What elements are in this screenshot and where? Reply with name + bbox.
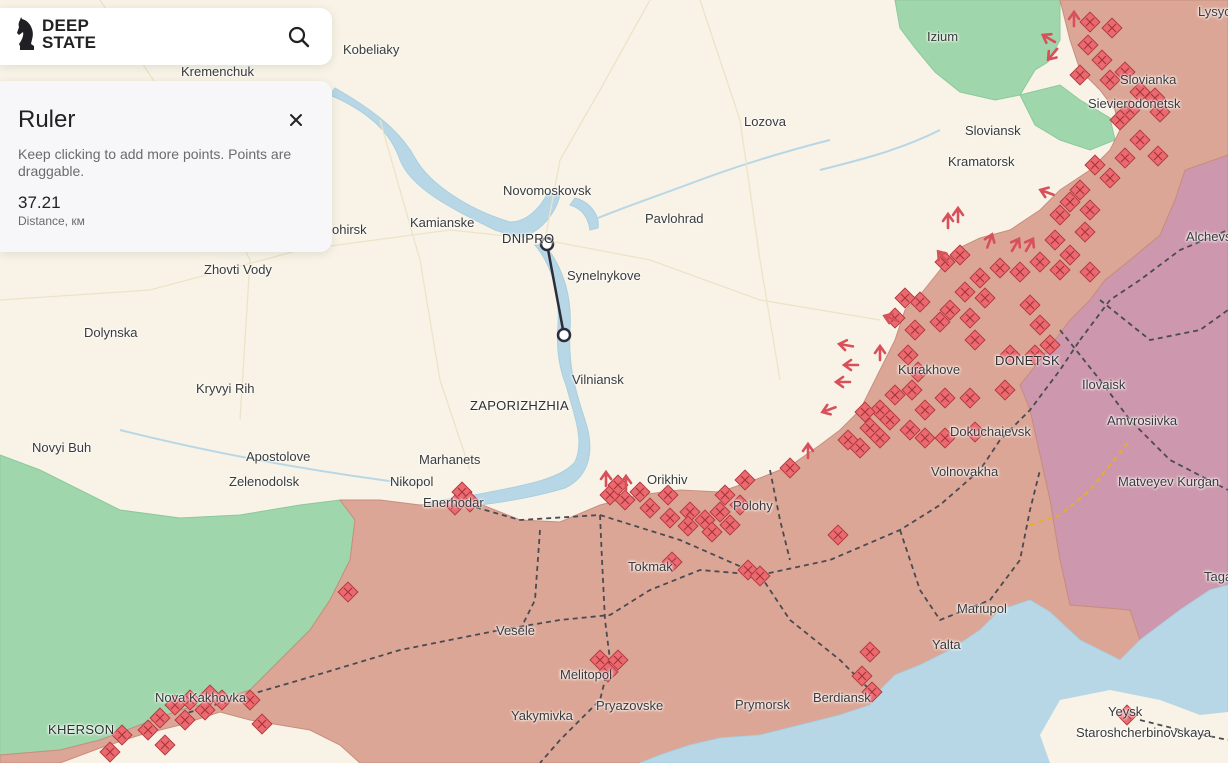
city-label: Sievierodonetsk [1088, 96, 1181, 111]
ruler-point-end[interactable] [556, 327, 572, 343]
city-label: DONETSK [995, 353, 1060, 368]
ruler-distance-value: 37.21 [18, 193, 61, 212]
city-label: Volnovakha [931, 464, 999, 479]
city-label: Dokuchaievsk [950, 424, 1031, 439]
city-label: Orikhiv [647, 472, 688, 487]
city-label: Vilniansk [572, 372, 624, 387]
city-label: Kramatorsk [948, 154, 1015, 169]
city-label: Lozova [744, 114, 786, 129]
city-label: Kremenchuk [181, 64, 254, 79]
ruler-distance-label: Distance, км [18, 214, 85, 228]
city-label: Kryvyi Rih [196, 381, 255, 396]
city-label: Kamianske [410, 215, 475, 230]
city-label: Taganrog [1204, 569, 1228, 584]
logo-text-line1: DEEP [42, 16, 90, 35]
city-label: Yalta [932, 637, 961, 652]
city-label: Sloviansk [965, 123, 1021, 138]
city-label: ohirsk [332, 222, 367, 237]
city-label: Kurakhove [898, 362, 961, 377]
city-label: Tokmak [628, 559, 673, 574]
city-label: Zhovti Vody [204, 262, 272, 277]
city-label: Nova Kakhovka [155, 690, 247, 705]
ruler-panel: Ruler Keep clicking to add more points. … [0, 81, 332, 252]
city-label: Yeysk [1108, 704, 1143, 719]
close-icon [290, 114, 302, 126]
ruler-close-button[interactable] [285, 109, 307, 131]
city-label: ZAPORIZHZHIA [470, 398, 569, 413]
city-label: Nikopol [390, 474, 434, 489]
city-label: KHERSON [48, 722, 115, 737]
knight-logo-icon [17, 17, 34, 50]
city-label: DNIPRO [502, 231, 555, 246]
city-label: Vesele [496, 623, 536, 638]
city-label: Amvrosiivka [1107, 413, 1178, 428]
city-label: Apostolove [246, 449, 311, 464]
city-label: Synelnykove [567, 268, 641, 283]
ruler-hint-text: Keep clicking to add more points. Points… [18, 146, 292, 179]
brand-panel: DEEP STATE [0, 8, 332, 65]
city-label: Ilovaisk [1082, 377, 1126, 392]
ruler-title: Ruler [18, 106, 76, 133]
city-label: Kobeliaky [343, 42, 400, 57]
city-label: Matveyev Kurgan [1118, 474, 1220, 489]
city-label: Novyi Buh [32, 440, 92, 455]
city-label: Izium [927, 29, 959, 44]
logo-text-line2: STATE [42, 33, 97, 52]
city-label: Zelenodolsk [229, 474, 300, 489]
city-label: Alchevsk [1186, 229, 1228, 244]
city-label: Prymorsk [735, 697, 790, 712]
city-label: Polohy [733, 498, 773, 513]
city-label: Berdiansk [813, 690, 871, 705]
city-label: Slovianka [1120, 72, 1177, 87]
search-button[interactable] [286, 24, 312, 50]
city-label: Pryazovske [596, 698, 664, 713]
city-label: Staroshcherbinovskaya [1076, 725, 1212, 740]
city-label: Novomoskovsk [503, 183, 592, 198]
city-label: Pavlohrad [645, 211, 704, 226]
city-label: Melitopol [560, 667, 613, 682]
city-label: Lysychansk [1198, 4, 1228, 19]
city-label: Dolynska [84, 325, 138, 340]
city-label: Enerhodar [423, 495, 484, 510]
city-label: Mariupol [957, 601, 1007, 616]
city-label: Marhanets [419, 452, 481, 467]
search-icon [288, 26, 310, 48]
city-label: Yakymivka [511, 708, 573, 723]
deepstate-logo[interactable]: DEEP STATE [16, 17, 96, 51]
